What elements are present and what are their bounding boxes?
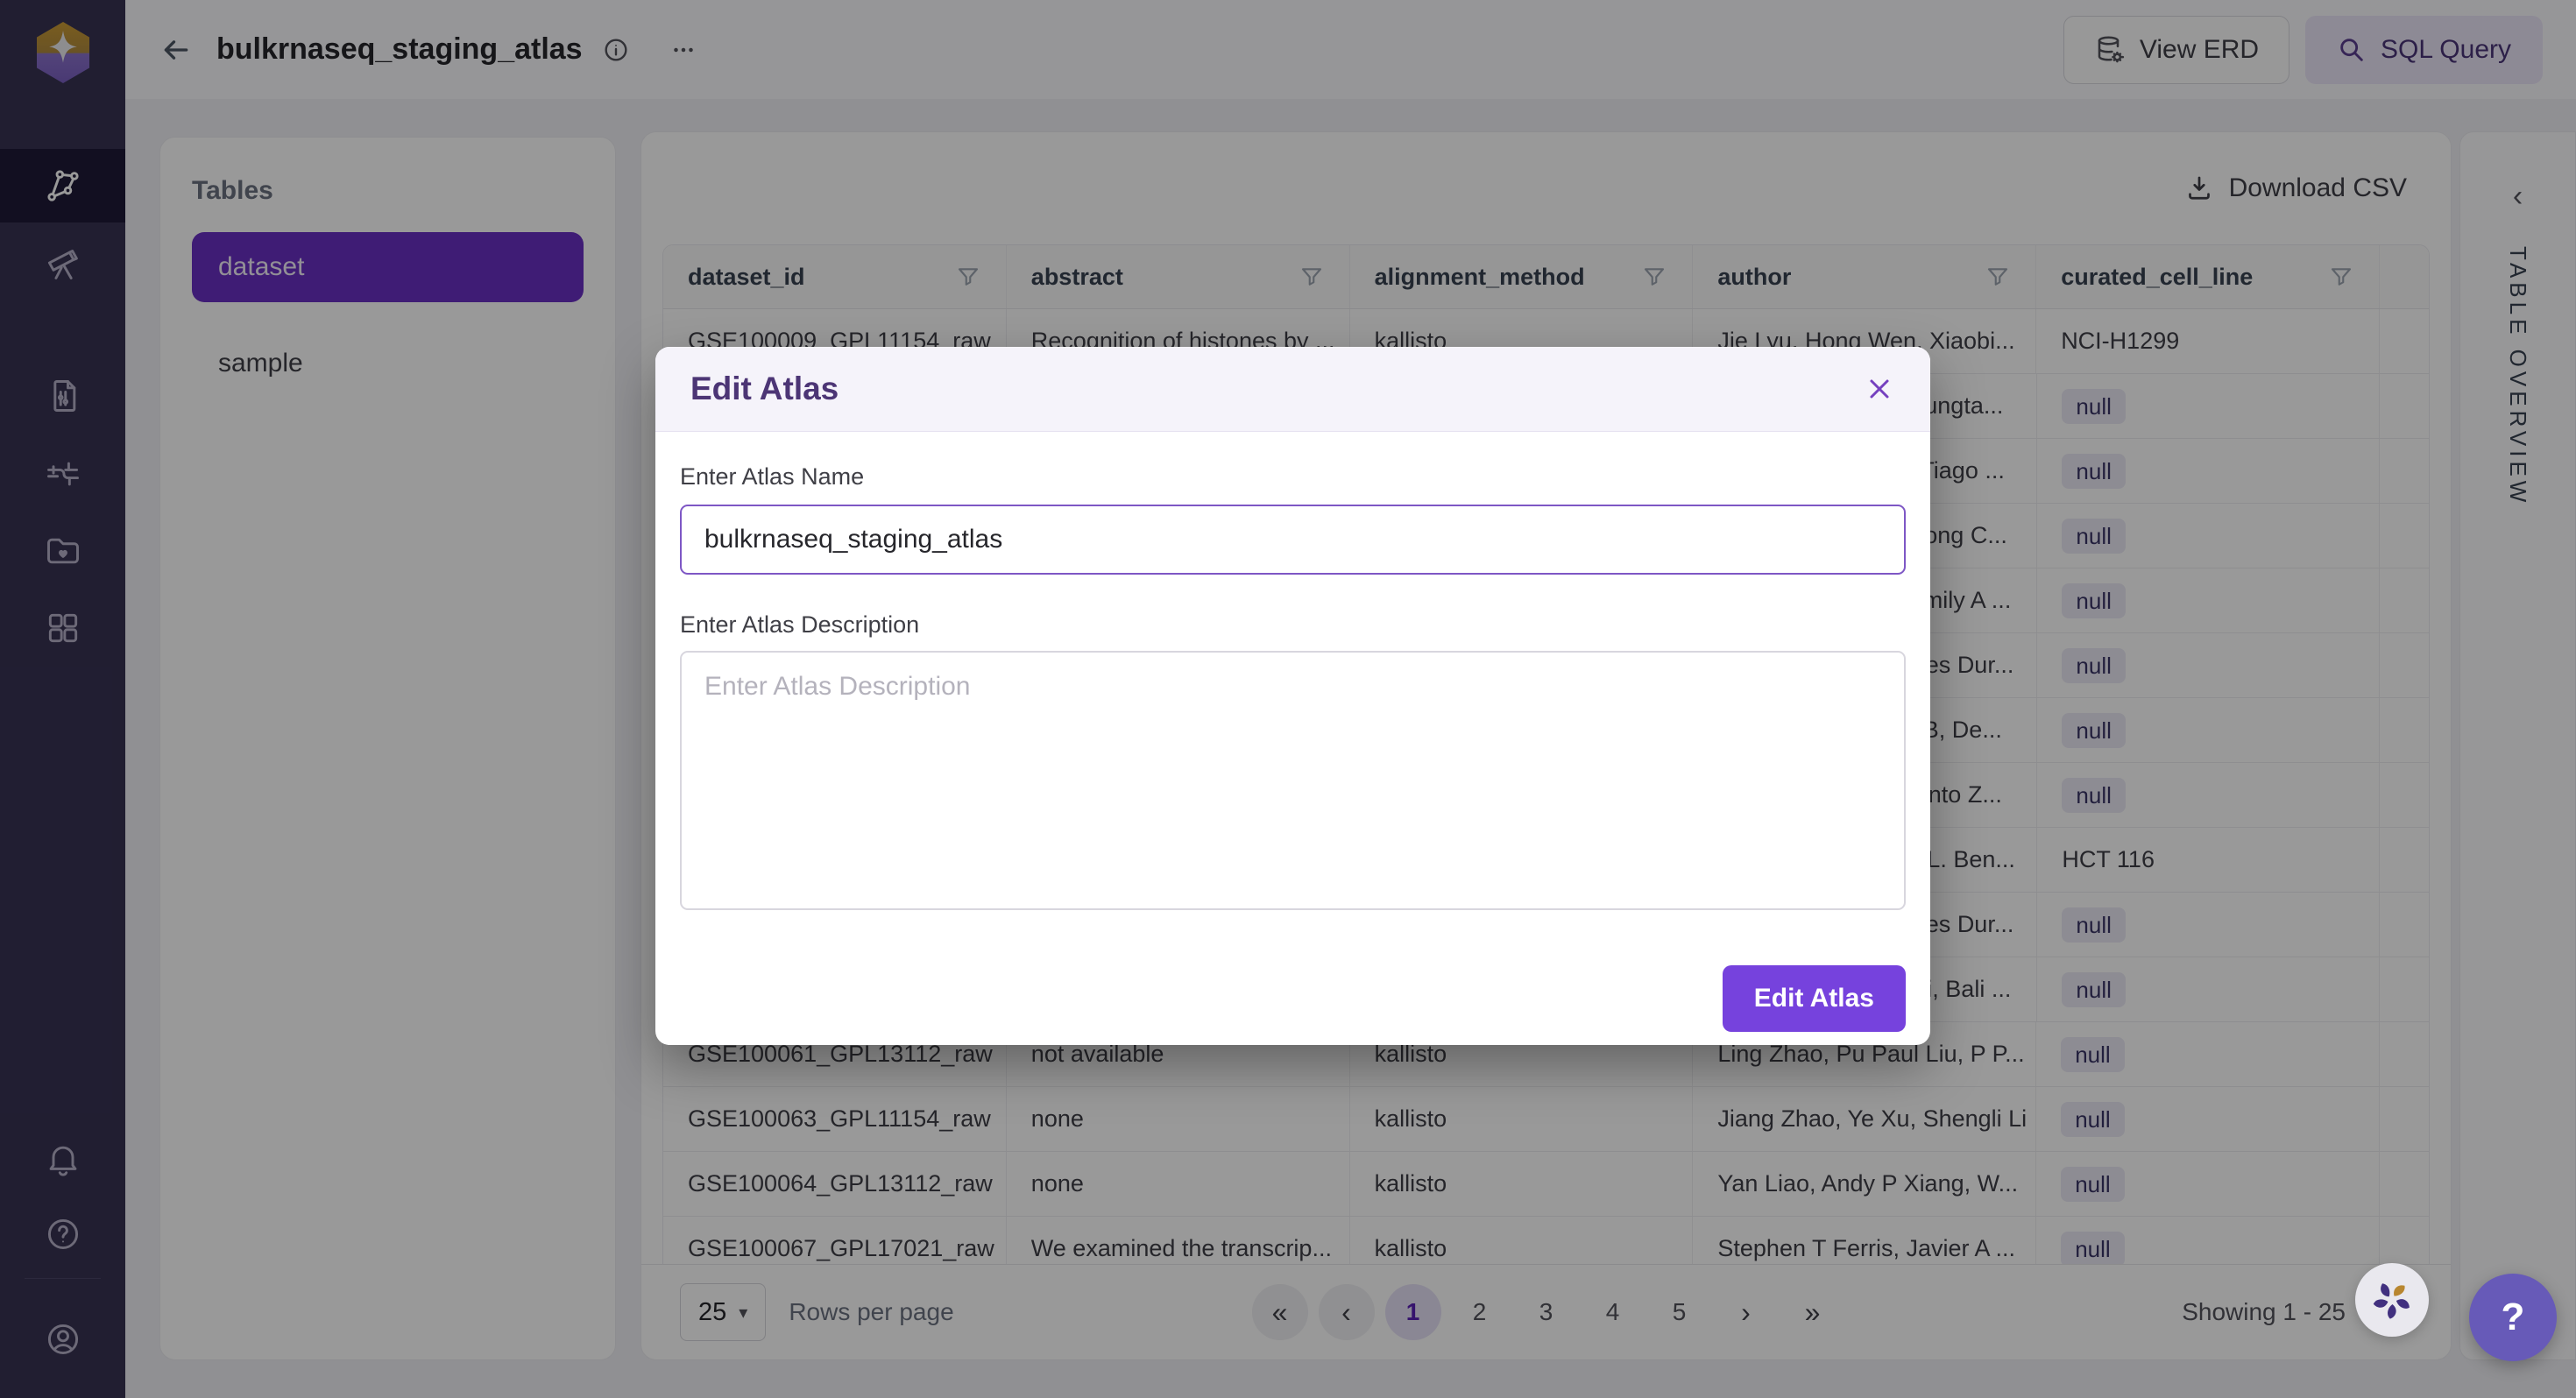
- close-icon: [1864, 373, 1895, 405]
- atlas-description-input[interactable]: [680, 651, 1906, 910]
- atlas-name-input[interactable]: [680, 505, 1906, 575]
- modal-footer: Edit Atlas: [680, 965, 1906, 1032]
- close-button[interactable]: [1864, 373, 1895, 405]
- modal-header: Edit Atlas: [655, 347, 1930, 432]
- brand-badge[interactable]: [2355, 1263, 2429, 1337]
- modal-body: Enter Atlas Name Enter Atlas Description…: [655, 432, 1930, 1032]
- atlas-description-label: Enter Atlas Description: [680, 611, 1906, 639]
- pinwheel-logo-icon: [2366, 1274, 2418, 1326]
- modal-title: Edit Atlas: [690, 371, 839, 407]
- help-fab-button[interactable]: ?: [2469, 1274, 2557, 1361]
- edit-atlas-submit-button[interactable]: Edit Atlas: [1723, 965, 1906, 1032]
- edit-atlas-modal: Edit Atlas Enter Atlas Name Enter Atlas …: [655, 347, 1930, 1045]
- atlas-name-label: Enter Atlas Name: [680, 463, 1906, 491]
